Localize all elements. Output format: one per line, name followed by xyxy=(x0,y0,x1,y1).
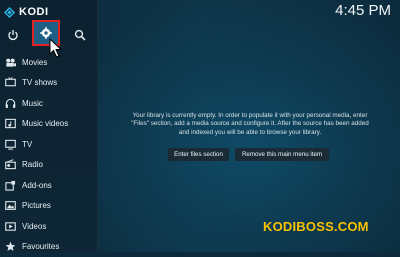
sidebar-item-add-ons[interactable]: Add-ons xyxy=(0,175,97,196)
mouse-cursor-icon xyxy=(49,38,63,58)
sidebar-item-label: Radio xyxy=(22,160,43,169)
sidebar-item-label: Favourites xyxy=(22,242,59,251)
watermark: KODIBOSS.COM xyxy=(263,219,369,234)
sidebar-item-label: Pictures xyxy=(22,201,51,210)
sidebar-item-videos[interactable]: Videos xyxy=(0,216,97,237)
search-icon[interactable] xyxy=(74,29,86,41)
sidebar-item-label: Add-ons xyxy=(22,181,52,190)
clock: 4:45 PM xyxy=(335,2,391,19)
sidebar-item-label: Music xyxy=(22,99,43,108)
radio-icon xyxy=(5,159,16,170)
favourites-icon xyxy=(5,241,16,252)
message-line: "Files" section, add a media source and … xyxy=(100,120,400,128)
headphones-icon xyxy=(5,98,16,109)
power-icon[interactable] xyxy=(7,29,19,41)
sidebar-item-label: Movies xyxy=(22,58,47,67)
pictures-icon xyxy=(5,200,16,211)
music-video-icon xyxy=(5,118,16,129)
kodi-logo-icon xyxy=(4,7,15,18)
tv-show-icon xyxy=(5,77,16,88)
app-title: KODI xyxy=(19,6,49,18)
sidebar-item-label: TV xyxy=(22,140,32,149)
sidebar-item-label: Music videos xyxy=(22,119,68,128)
remove-menu-item-button[interactable]: Remove this main menu item xyxy=(235,148,329,161)
sidebar-item-music-videos[interactable]: Music videos xyxy=(0,114,97,135)
movie-icon xyxy=(5,57,16,68)
sidebar-item-label: TV shows xyxy=(22,78,57,87)
sidebar-item-tv-shows[interactable]: TV shows xyxy=(0,73,97,94)
message-line: Your library is currently empty. In orde… xyxy=(100,112,400,120)
tv-icon xyxy=(5,139,16,150)
sidebar-item-tv[interactable]: TV xyxy=(0,134,97,155)
sidebar-item-label: Videos xyxy=(22,222,46,231)
enter-files-section-button[interactable]: Enter files section xyxy=(168,148,229,161)
videos-icon xyxy=(5,221,16,232)
main-menu: Movies TV shows Music Music videos xyxy=(0,52,97,257)
kodi-logo: KODI xyxy=(4,5,49,19)
addons-icon xyxy=(5,180,16,191)
message-line: and indexed you will be able to browse y… xyxy=(100,129,400,137)
sidebar-item-radio[interactable]: Radio xyxy=(0,155,97,176)
sidebar-item-pictures[interactable]: Pictures xyxy=(0,196,97,217)
sidebar-item-music[interactable]: Music xyxy=(0,93,97,114)
empty-library-message: Your library is currently empty. In orde… xyxy=(100,112,400,137)
sidebar-item-favourites[interactable]: Favourites xyxy=(0,237,97,257)
